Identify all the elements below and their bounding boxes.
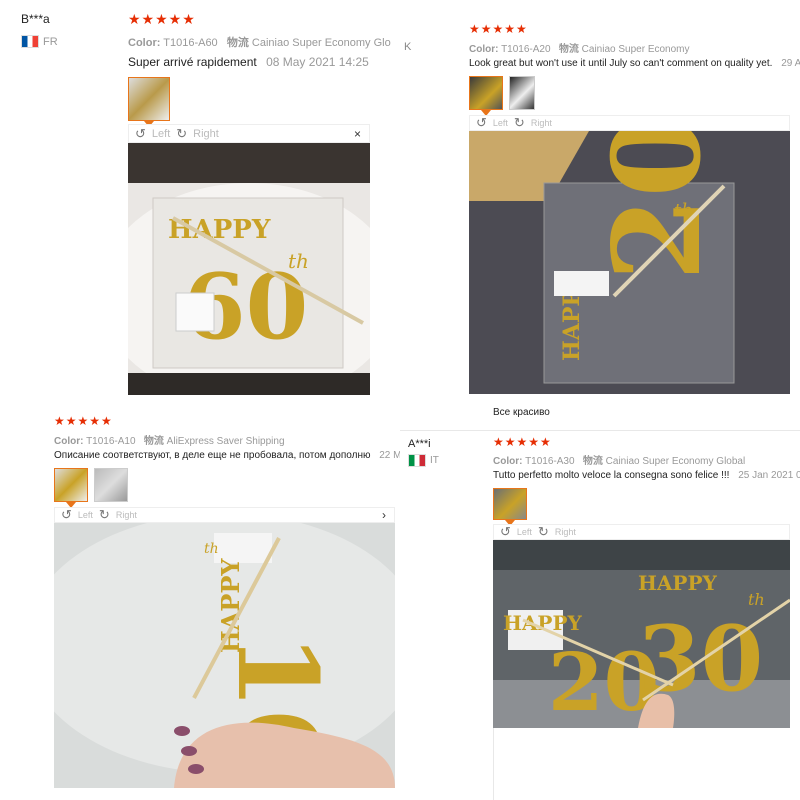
close-icon[interactable]: × [354, 127, 361, 141]
shipping-label: 物流 [582, 456, 603, 467]
shipping-value: AliExpress Saver Shipping [166, 436, 285, 447]
reviewer-country: IT [408, 454, 439, 467]
comment-text: Tutto perfetto molto veloce la consegna … [493, 470, 730, 481]
image-toolbar: ↺ Left ↻ Right [469, 115, 790, 131]
next-review-comment: Все красиво [493, 407, 550, 418]
rotate-left-icon[interactable]: ↺ [135, 126, 146, 142]
review-panel-4: A***i IT ★★★★★ Color: T1016-A30 物流 Caini… [400, 430, 800, 800]
review-thumbnail[interactable] [509, 76, 535, 110]
rotate-right-icon[interactable]: ↻ [99, 507, 110, 523]
shipping-value: Cainiao Super Economy Glo [251, 37, 391, 49]
reviewer-name: B***a [21, 12, 50, 26]
topper-th-text: th [748, 590, 765, 609]
review-thumbnails [493, 488, 527, 520]
topper-happy-text: HAPPY [168, 215, 271, 245]
review-thumbnail[interactable] [493, 488, 527, 520]
rotate-right-icon[interactable]: ↻ [176, 126, 187, 142]
color-label: Color: [128, 37, 161, 49]
topper-happy-text: HAPPY [503, 611, 582, 635]
review-thumbnail[interactable] [469, 76, 503, 110]
color-label: Color: [469, 44, 499, 55]
review-comment: Tutto perfetto molto veloce la consegna … [493, 470, 800, 481]
shipping-label: 物流 [558, 44, 579, 55]
image-toolbar: ↺ Left ↻ Right [493, 524, 790, 540]
rotate-left-icon[interactable]: ↺ [61, 507, 72, 523]
order-meta: Color: T1016-A60 物流 Cainiao Super Econom… [128, 34, 391, 50]
review-panel-3: ★★★★★ Color: T1016-A10 物流 AliExpress Sav… [0, 400, 400, 800]
review-thumbnails [128, 77, 170, 121]
next-image-icon[interactable]: › [382, 508, 386, 522]
reviewer-name: A***i [408, 438, 431, 450]
review-thumbnail[interactable] [128, 77, 170, 121]
color-label: Color: [54, 436, 84, 447]
order-meta: Color: T1016-A30 物流 Cainiao Super Econom… [493, 452, 745, 467]
review-date: 22 Mar [379, 450, 400, 461]
topper-number-text: 20 [587, 131, 728, 281]
rotate-left-label[interactable]: Left [493, 118, 508, 128]
topper-th-text: th [204, 541, 219, 557]
rotate-right-label[interactable]: Right [116, 510, 137, 520]
comment-text: Описание соответствуют, в деле еще не пр… [54, 450, 371, 461]
review-comment: Описание соответствуют, в деле еще не пр… [54, 450, 400, 461]
reviewer-name: K [404, 41, 412, 53]
color-value: T1016-A10 [86, 436, 136, 447]
rotate-right-label[interactable]: Right [531, 118, 552, 128]
comment-text: Super arrivé rapidement [128, 55, 257, 69]
review-panel-1: B***a FR ★★★★★ Color: T1016-A60 物流 Caini… [0, 0, 400, 400]
review-thumbnails [469, 76, 535, 110]
rotate-right-label[interactable]: Right [193, 128, 219, 140]
rotate-right-icon[interactable]: ↻ [514, 115, 525, 131]
review-thumbnails [54, 468, 128, 502]
order-meta: Color: T1016-A10 物流 AliExpress Saver Shi… [54, 432, 285, 447]
review-panel-2: K ★★★★★ Color: T1016-A20 物流 Cainiao Supe… [400, 0, 800, 430]
rotate-right-icon[interactable]: ↻ [538, 524, 549, 540]
rotate-left-label[interactable]: Left [517, 527, 532, 537]
review-thumbnail[interactable] [94, 468, 128, 502]
review-comment: Super arrivé rapidement 08 May 2021 14:2… [128, 55, 369, 69]
image-toolbar: ↺ Left ↻ Right × [128, 124, 370, 143]
image-toolbar: ↺ Left ↻ Right › [54, 507, 395, 523]
color-value: T1016-A30 [525, 456, 575, 467]
rotate-left-icon[interactable]: ↺ [500, 524, 511, 540]
review-photo: HAPPY 20 HAPPY 30 th [493, 540, 790, 728]
review-photo: 10 HAPPY th [54, 523, 395, 788]
country-code: IT [430, 455, 439, 466]
review-date: 29 Ap [781, 58, 800, 69]
order-meta: Color: T1016-A20 物流 Cainiao Super Econom… [469, 40, 690, 55]
color-label: Color: [493, 456, 523, 467]
shipping-value: Cainiao Super Economy [581, 44, 690, 55]
review-photo: 20 HAPPY th [469, 131, 790, 394]
flag-fr-icon [21, 35, 39, 48]
reviewer-country: FR [21, 35, 58, 48]
star-rating: ★★★★★ [469, 22, 528, 36]
rotate-left-label[interactable]: Left [152, 128, 170, 140]
review-thumbnail[interactable] [54, 468, 88, 502]
review-divider-vertical [493, 728, 494, 800]
review-date: 08 May 2021 14:25 [266, 55, 369, 69]
topper-happy-text-2: HAPPY [638, 571, 717, 595]
country-code: FR [43, 35, 58, 48]
review-photo: HAPPY 60 th [128, 143, 370, 395]
shipping-label: 物流 [143, 436, 164, 447]
review-divider [400, 430, 800, 431]
topper-th-text: th [288, 249, 309, 273]
star-rating: ★★★★★ [54, 414, 113, 428]
rotate-left-label[interactable]: Left [78, 510, 93, 520]
review-date: 25 Jan 2021 04:12 [738, 470, 800, 481]
topper-happy-text: HAPPY [216, 558, 245, 653]
comment-text: Look great but won't use it until July s… [469, 58, 773, 69]
rotate-left-icon[interactable]: ↺ [476, 115, 487, 131]
shipping-value: Cainiao Super Economy Global [605, 456, 746, 467]
color-value: T1016-A20 [501, 44, 551, 55]
star-rating: ★★★★★ [493, 435, 552, 449]
shipping-label: 物流 [226, 37, 249, 49]
flag-it-icon [408, 454, 426, 467]
star-rating: ★★★★★ [128, 11, 196, 27]
review-comment: Look great but won't use it until July s… [469, 58, 800, 69]
color-value: T1016-A60 [163, 37, 218, 49]
rotate-right-label[interactable]: Right [555, 527, 576, 537]
